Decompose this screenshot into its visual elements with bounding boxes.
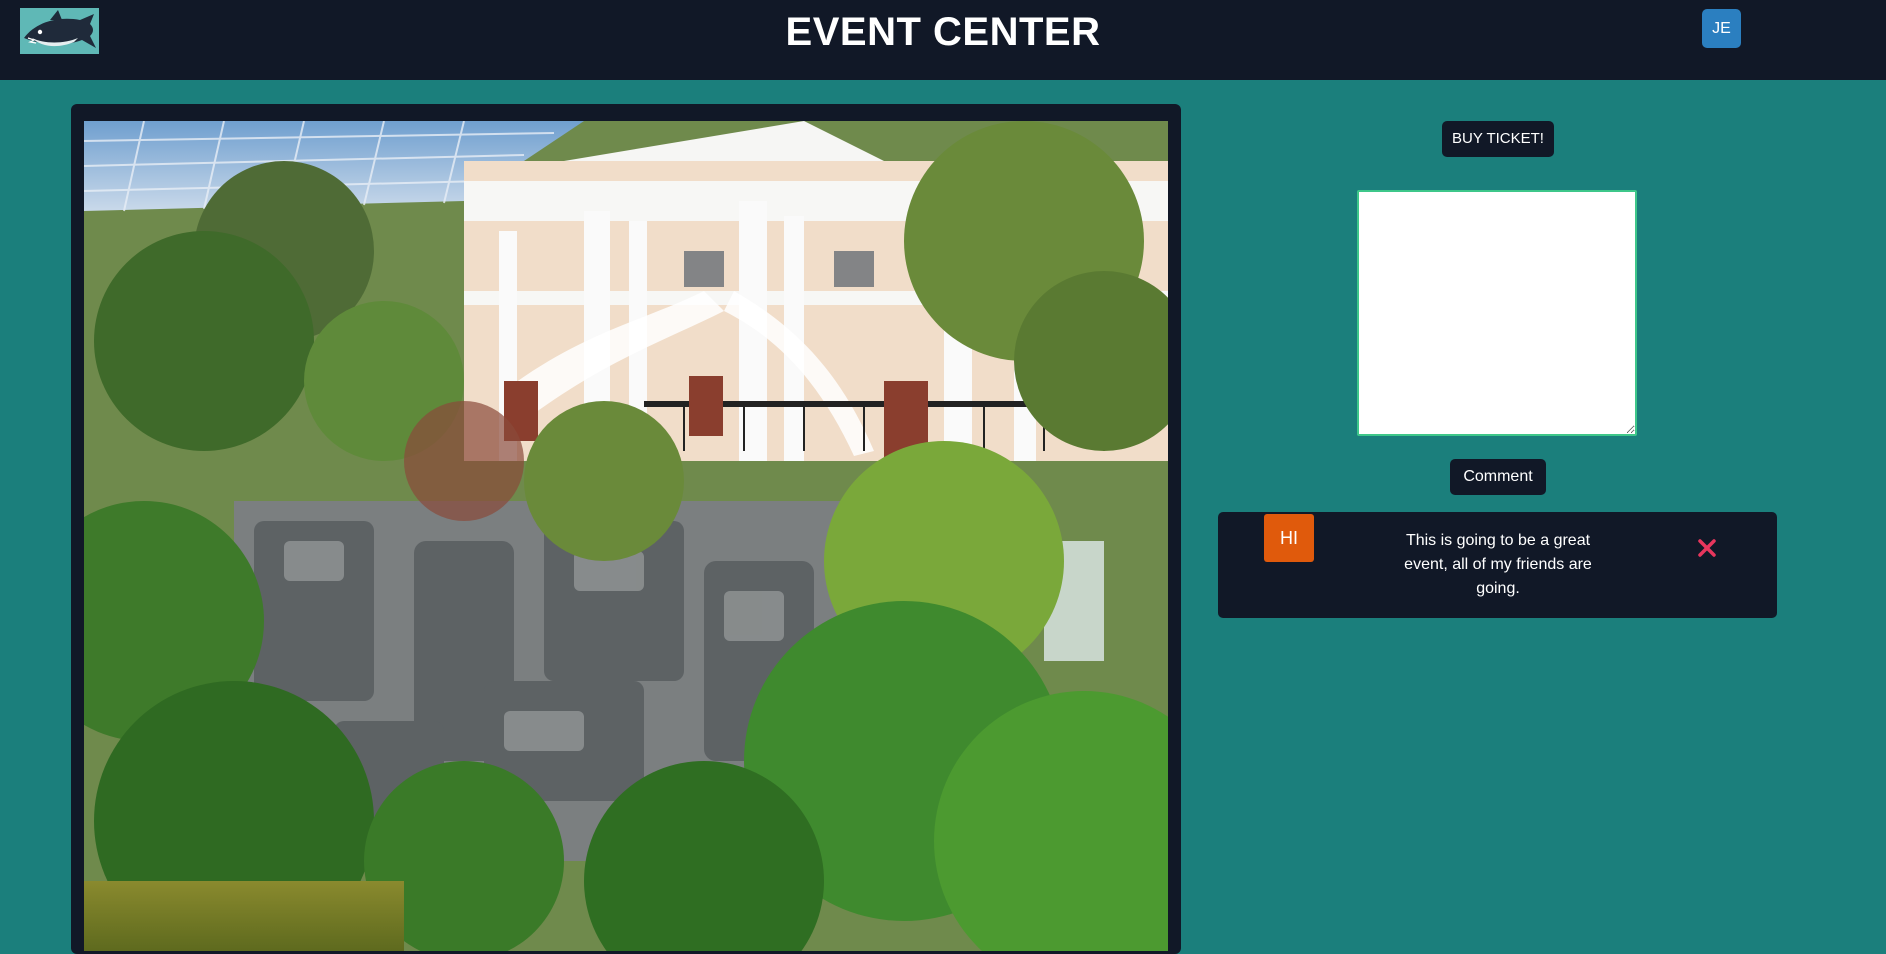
shark-logo-icon[interactable] [20, 8, 99, 54]
top-nav-bar: EVENT CENTER JE [0, 0, 1886, 80]
event-image-card [71, 104, 1181, 954]
event-photo [84, 121, 1168, 951]
submit-comment-button[interactable]: Comment [1450, 459, 1546, 495]
delete-comment-button[interactable] [1694, 535, 1720, 561]
comment-author-avatar: HI [1264, 514, 1314, 562]
user-avatar-button[interactable]: JE [1702, 9, 1741, 48]
comment-item: HI This is going to be a great event, al… [1218, 512, 1777, 618]
page-title: EVENT CENTER [785, 10, 1101, 54]
comment-text: This is going to be a great event, all o… [1404, 532, 1592, 597]
comment-input[interactable] [1357, 190, 1637, 436]
buy-ticket-button[interactable]: BUY TICKET! [1442, 121, 1554, 157]
close-icon [1698, 539, 1716, 557]
